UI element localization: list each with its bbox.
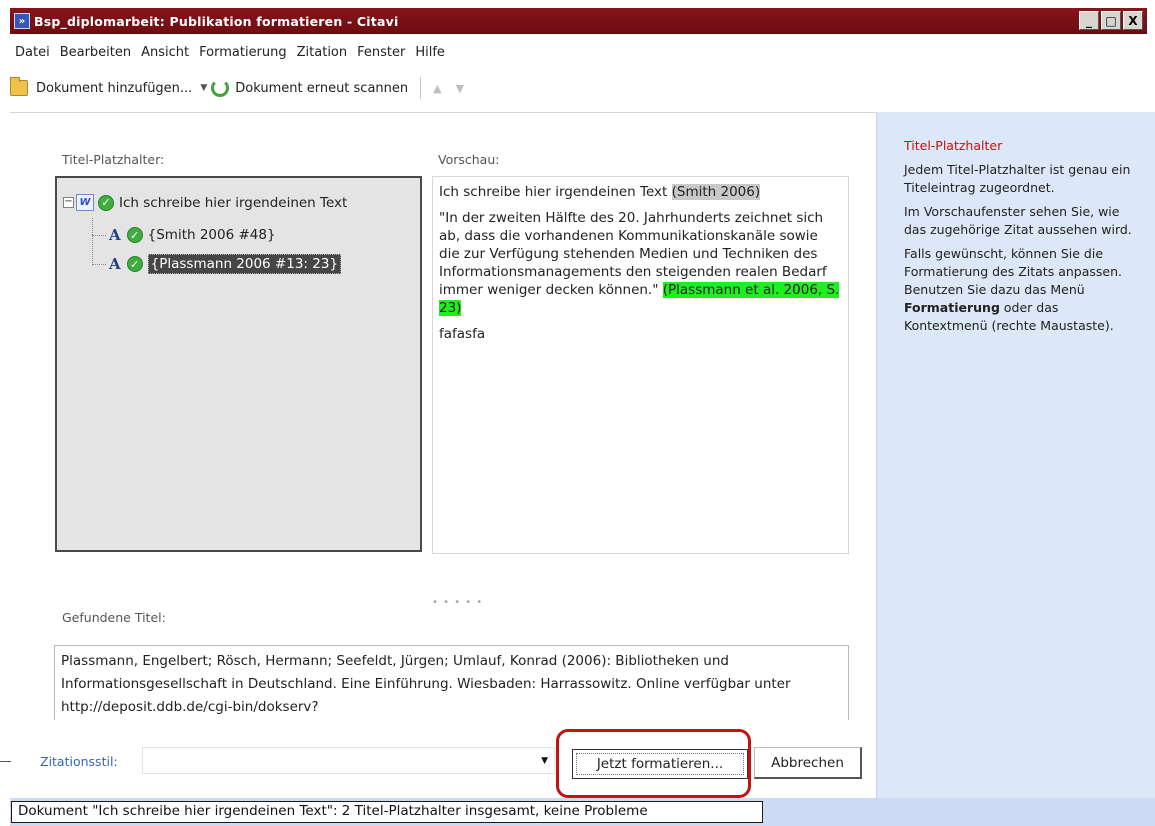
window-title: Bsp_diplomarbeit: Publikation formatiere… [34, 13, 399, 29]
splitter-handle[interactable]: • • • • • [432, 597, 483, 608]
move-up-icon[interactable]: ▲ [433, 82, 441, 95]
tree-connector [92, 218, 93, 265]
window-titlebar[interactable]: » Bsp_diplomarbeit: Publikation formatie… [10, 8, 1147, 34]
menu-formatierung[interactable]: Formatierung [194, 45, 292, 60]
help-paragraph: Im Vorschaufenster sehen Sie, wie das zu… [904, 204, 1132, 237]
tree-connector [92, 264, 106, 265]
add-document-button[interactable]: Dokument hinzufügen... [36, 81, 192, 96]
tree-connector [92, 235, 106, 236]
help-paragraph: Falls gewünscht, können Sie die Formatie… [904, 245, 1135, 335]
maximize-button[interactable]: □ [1101, 11, 1121, 30]
toolbar-divider [420, 77, 422, 99]
preview-label: Vorschau: [438, 152, 500, 167]
preview-pane: Ich schreibe hier irgendeinen Text (Smit… [432, 176, 849, 554]
cancel-button[interactable]: Abbrechen [754, 747, 862, 779]
tree-item-selected[interactable]: A ✓ {Plassmann 2006 #13: 23} [109, 254, 342, 274]
citavi-app-icon: » [14, 13, 30, 29]
edge-line [0, 761, 11, 762]
status-bar: Dokument "Ich schreibe hier irgendeinen … [10, 798, 1155, 826]
toolbar: Dokument hinzufügen... ▼ Dokument erneut… [10, 74, 478, 102]
tree-item-label: {Smith 2006 #48} [147, 227, 276, 243]
citation-style-dropdown[interactable]: ▼ [142, 747, 555, 774]
minimize-button[interactable]: _ [1079, 11, 1099, 30]
menu-datei[interactable]: Datei [10, 45, 55, 60]
tree-item[interactable]: A ✓ {Smith 2006 #48} [109, 226, 276, 244]
check-icon: ✓ [98, 194, 114, 211]
format-now-button[interactable]: Jetzt formatieren... [572, 749, 748, 779]
tree-root-label: Ich schreibe hier irgendeinen Text [119, 194, 348, 211]
citation-a-icon: A [109, 255, 121, 273]
folder-icon [10, 77, 28, 96]
menu-bearbeiten[interactable]: Bearbeiten [55, 45, 136, 60]
window-controls: _ □ X [1079, 11, 1143, 30]
close-button[interactable]: X [1123, 11, 1143, 30]
chevron-down-icon[interactable]: ▼ [200, 83, 207, 93]
preview-text: Ich schreibe hier irgendeinen Text [439, 184, 672, 200]
tree-root-node[interactable]: − W ✓ Ich schreibe hier irgendeinen Text [63, 194, 347, 211]
check-icon: ✓ [126, 256, 143, 272]
check-icon: ✓ [126, 227, 143, 243]
found-title-entry: Plassmann, Engelbert; Rösch, Hermann; Se… [61, 653, 791, 715]
found-titles-list[interactable]: Plassmann, Engelbert; Rösch, Hermann; Se… [54, 645, 849, 720]
rescan-document-button[interactable]: Dokument erneut scannen [235, 81, 408, 96]
word-document-icon: W [76, 194, 94, 211]
collapse-icon[interactable]: − [63, 197, 74, 208]
citation-style-label: Zitationsstil: [40, 754, 118, 769]
preview-extra: fafasfa [439, 326, 486, 342]
move-down-icon[interactable]: ▼ [456, 82, 464, 95]
citation-a-icon: A [109, 226, 121, 244]
menu-zitation[interactable]: Zitation [292, 45, 352, 60]
help-text-part: Falls gewünscht, können Sie die Formatie… [904, 246, 1122, 297]
citation-smith[interactable]: (Smith 2006) [671, 184, 761, 200]
help-paragraph: Jedem Titel-Platzhalter ist genau ein Ti… [904, 162, 1131, 195]
menu-hilfe[interactable]: Hilfe [410, 45, 450, 60]
chevron-down-icon[interactable]: ▼ [541, 756, 548, 766]
tree-item-label: {Plassmann 2006 #13: 23} [147, 254, 342, 274]
placeholders-label: Titel-Platzhalter: [62, 152, 165, 167]
menu-fenster[interactable]: Fenster [352, 45, 410, 60]
formatierung-menu-ref: Formatierung [904, 300, 1000, 315]
refresh-icon [211, 79, 230, 97]
status-text: Dokument "Ich schreibe hier irgendeinen … [11, 801, 763, 823]
help-title: Titel-Platzhalter [904, 138, 1003, 153]
preview-line: Ich schreibe hier irgendeinen Text (Smit… [439, 183, 842, 201]
preview-quote: "In der zweiten Hälfte des 20. Jahrhunde… [439, 209, 842, 317]
placeholder-tree[interactable]: − W ✓ Ich schreibe hier irgendeinen Text… [55, 176, 422, 552]
menu-ansicht[interactable]: Ansicht [136, 45, 194, 60]
menu-bar: Datei Bearbeiten Ansicht Formatierung Zi… [10, 40, 450, 64]
help-panel: Titel-Platzhalter Jedem Titel-Platzhalte… [876, 112, 1155, 798]
found-titles-label: Gefundene Titel: [62, 610, 166, 625]
